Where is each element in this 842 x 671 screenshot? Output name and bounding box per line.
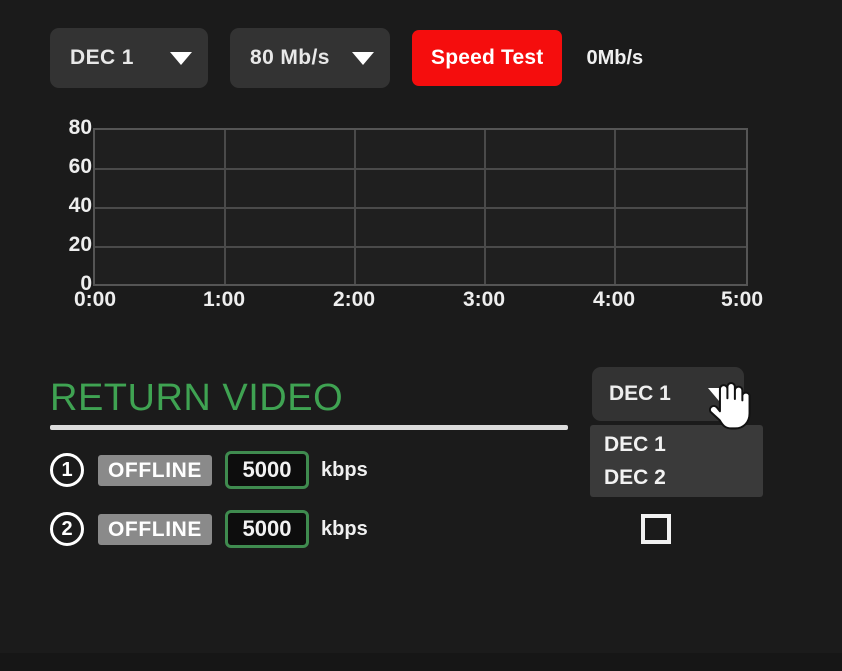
chevron-down-icon xyxy=(170,51,192,65)
return-video-row: 2 OFFLINE kbps xyxy=(50,510,568,548)
chevron-down-icon xyxy=(708,387,730,401)
y-tick: 60 xyxy=(68,155,92,178)
chart-gridline-h xyxy=(95,168,746,170)
bitrate-unit-label: kbps xyxy=(321,458,368,481)
x-tick: 2:00 xyxy=(332,288,376,311)
bitrate-unit-label: kbps xyxy=(321,517,368,540)
section-title: RETURN VIDEO xyxy=(50,377,344,419)
footer-band xyxy=(0,653,842,671)
x-tick: 0:00 xyxy=(73,288,117,311)
speed-readout: 0Mb/s xyxy=(586,46,644,69)
return-video-row: 1 OFFLINE kbps xyxy=(50,451,568,489)
app-root: DEC 1 80 Mb/s Speed Test 0Mb/s 80 60 40 … xyxy=(0,0,842,671)
x-tick: 5:00 xyxy=(720,288,764,311)
decoder-select-top[interactable]: DEC 1 xyxy=(50,28,208,88)
dropdown-option-dec-1[interactable]: DEC 1 xyxy=(590,428,763,461)
status-badge: OFFLINE xyxy=(98,513,213,545)
chart-gridline-h xyxy=(95,207,746,209)
dropdown-option-dec-2[interactable]: DEC 2 xyxy=(590,461,763,494)
return-video-section: RETURN VIDEO 1 OFFLINE kbps 2 OFFLINE kb… xyxy=(50,375,568,548)
chevron-down-icon xyxy=(352,51,374,65)
x-tick: 3:00 xyxy=(462,288,506,311)
chart-gridline-h xyxy=(95,246,746,248)
y-tick: 40 xyxy=(68,194,92,217)
speed-test-button[interactable]: Speed Test xyxy=(412,30,563,86)
bitrate-input[interactable] xyxy=(225,451,310,489)
top-toolbar: DEC 1 80 Mb/s Speed Test 0Mb/s xyxy=(50,28,643,88)
throughput-chart: 80 60 40 20 0 0:00 1:00 2:00 3:00 4:00 5… xyxy=(50,112,770,312)
y-tick: 80 xyxy=(68,116,92,139)
bitrate-select-value: 80 Mb/s xyxy=(250,46,330,69)
section-divider xyxy=(50,425,568,430)
enable-checkbox[interactable] xyxy=(641,514,671,544)
row-index-badge: 2 xyxy=(50,512,84,546)
x-tick: 4:00 xyxy=(592,288,636,311)
row-index-badge: 1 xyxy=(50,453,84,487)
decoder-select-top-value: DEC 1 xyxy=(70,46,134,69)
chart-x-axis: 0:00 1:00 2:00 3:00 4:00 5:00 xyxy=(74,288,763,316)
decoder-dropdown-button[interactable]: DEC 1 xyxy=(592,367,744,421)
chart-plot-area xyxy=(93,128,748,286)
bitrate-select[interactable]: 80 Mb/s xyxy=(230,28,390,88)
decoder-dropdown-value: DEC 1 xyxy=(609,382,671,405)
decoder-dropdown-menu: DEC 1 DEC 2 xyxy=(590,425,763,497)
bitrate-input[interactable] xyxy=(225,510,310,548)
chart-y-axis: 80 60 40 20 0 xyxy=(50,112,92,295)
y-tick: 20 xyxy=(68,233,92,256)
x-tick: 1:00 xyxy=(202,288,246,311)
status-badge: OFFLINE xyxy=(98,454,213,486)
